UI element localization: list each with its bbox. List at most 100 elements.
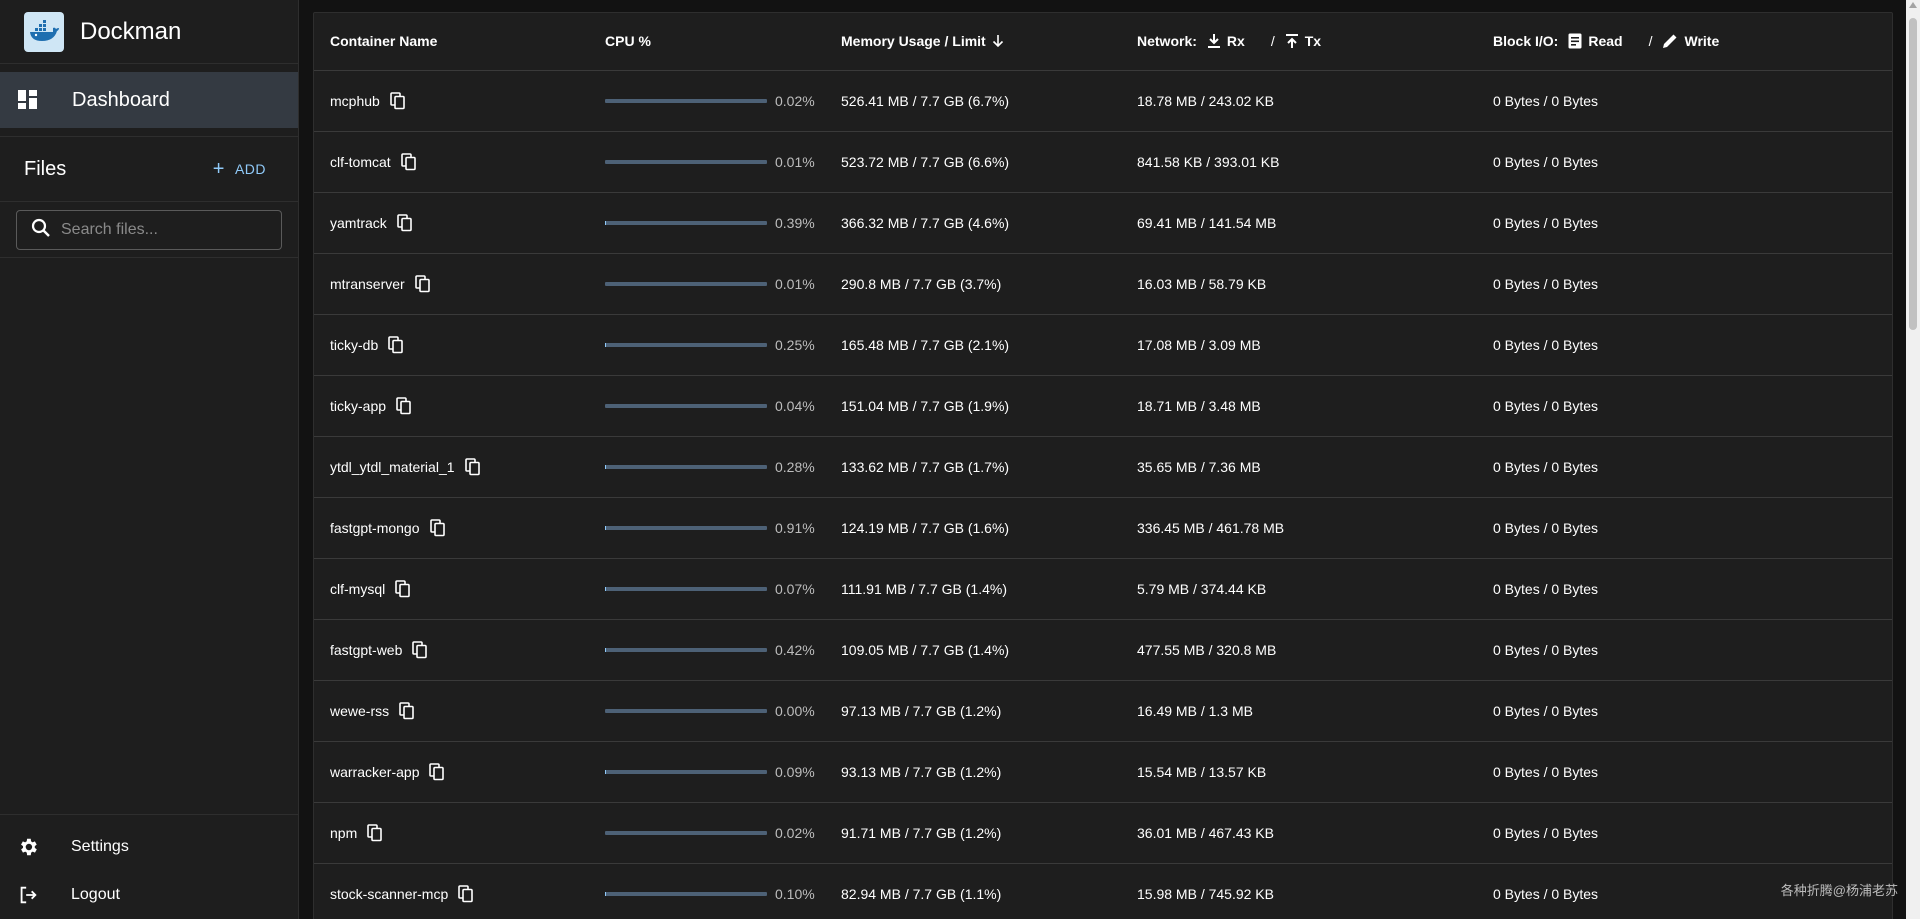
cell-container-name: fastgpt-web <box>314 619 589 681</box>
cpu-percent: 0.28% <box>775 458 815 475</box>
add-file-button[interactable]: + ADD <box>213 159 266 179</box>
cpu-progress-bar <box>605 464 767 469</box>
copy-icon[interactable] <box>412 640 430 659</box>
table-row[interactable]: ytdl_ytdl_material_1 0.28% 133.62 MB / 7.7… <box>314 436 1892 498</box>
header-tx-label: Tx <box>1304 33 1322 50</box>
container-name: npm <box>330 824 358 841</box>
dashboard-icon <box>18 90 38 110</box>
copy-icon[interactable] <box>414 274 433 293</box>
copy-icon[interactable] <box>399 701 417 720</box>
table-row[interactable]: clf-tomcat 0.01% 523.72 MB / 7.7 GB (6.6%)… <box>314 131 1892 193</box>
cell-container-name: mtranserver <box>314 253 589 315</box>
header-read-label: Read <box>1588 33 1623 50</box>
cpu-progress-bar <box>605 98 767 103</box>
cell-container-name: stock-scanner-mcp <box>314 863 589 919</box>
cpu-progress-bar <box>605 769 767 774</box>
cpu-percent: 0.25% <box>775 336 815 353</box>
table-row[interactable]: warracker-app 0.09% 93.13 MB / 7.7 GB (1.2… <box>314 741 1892 803</box>
cell-block-io: 0 Bytes / 0 Bytes <box>1477 375 1892 437</box>
copy-icon[interactable] <box>429 518 448 537</box>
cell-block-io: 0 Bytes / 0 Bytes <box>1477 497 1892 559</box>
cell-cpu: 0.02% <box>589 802 825 864</box>
cell-memory: 82.94 MB / 7.7 GB (1.1%) <box>825 863 1121 919</box>
cpu-percent: 0.10% <box>775 885 815 902</box>
copy-icon[interactable] <box>464 457 483 476</box>
scrollbar-thumb[interactable] <box>1909 18 1917 330</box>
copy-icon[interactable] <box>396 396 414 415</box>
header-container-name[interactable]: Container Name <box>314 13 589 71</box>
cpu-progress-fill <box>605 525 607 530</box>
logout-icon <box>17 884 39 906</box>
cell-memory: 526.41 MB / 7.7 GB (6.7%) <box>825 70 1121 132</box>
table-row[interactable]: npm 0.02% 91.71 MB / 7.7 GB (1.2%) 36.01 MB… <box>314 802 1892 864</box>
table-row[interactable]: ticky-db 0.25% 165.48 MB / 7.7 GB (2.1%) 17… <box>314 314 1892 376</box>
header-memory[interactable]: Memory Usage / Limit <box>825 13 1121 71</box>
copy-icon[interactable] <box>400 152 419 171</box>
copy-icon[interactable] <box>396 213 415 232</box>
cpu-progress-bar <box>605 220 767 225</box>
container-stats-table: Container Name CPU % Memory Usage / Limi… <box>314 13 1892 919</box>
container-name: yamtrack <box>330 214 387 231</box>
cell-container-name: fastgpt-mongo <box>314 497 589 559</box>
nav-item-logout[interactable]: Logout <box>0 871 298 919</box>
cell-block-io: 0 Bytes / 0 Bytes <box>1477 436 1892 498</box>
table-row[interactable]: fastgpt-mongo 0.91% 124.19 MB / 7.7 GB (1.… <box>314 497 1892 559</box>
nav-item-settings[interactable]: Settings <box>0 823 298 871</box>
table-header-row: Container Name CPU % Memory Usage / Limi… <box>314 13 1892 71</box>
cell-network: 15.98 MB / 745.92 KB <box>1121 863 1477 919</box>
header-cpu[interactable]: CPU % <box>589 13 825 71</box>
search-input[interactable] <box>61 221 261 239</box>
table-row[interactable]: ticky-app 0.04% 151.04 MB / 7.7 GB (1.9%) 1… <box>314 375 1892 437</box>
nav-item-dashboard[interactable]: Dashboard <box>0 72 298 128</box>
table-row[interactable]: mtranserver 0.01% 290.8 MB / 7.7 GB (3.7%)… <box>314 253 1892 315</box>
container-name: fastgpt-web <box>330 641 403 658</box>
container-name: wewe-rss <box>330 702 390 719</box>
copy-icon[interactable] <box>390 91 408 110</box>
cell-memory: 91.71 MB / 7.7 GB (1.2%) <box>825 802 1121 864</box>
cell-memory: 133.62 MB / 7.7 GB (1.7%) <box>825 436 1121 498</box>
header-network-label: Network: <box>1137 33 1197 50</box>
table-row[interactable]: wewe-rss 0.00% 97.13 MB / 7.7 GB (1.2%) 16.… <box>314 680 1892 742</box>
cell-container-name: wewe-rss <box>314 680 589 742</box>
files-section-header: Files + ADD <box>0 136 298 202</box>
cell-block-io: 0 Bytes / 0 Bytes <box>1477 558 1892 620</box>
cell-memory: 290.8 MB / 7.7 GB (3.7%) <box>825 253 1121 315</box>
container-name: stock-scanner-mcp <box>330 885 449 902</box>
scroll-up-arrow-icon[interactable] <box>1909 2 1917 8</box>
header-memory-label: Memory Usage / Limit <box>841 33 986 50</box>
cpu-progress-bar <box>605 159 767 164</box>
cpu-percent: 0.42% <box>775 641 815 658</box>
container-name: clf-tomcat <box>330 153 391 170</box>
cell-container-name: yamtrack <box>314 192 589 254</box>
cell-block-io: 0 Bytes / 0 Bytes <box>1477 70 1892 132</box>
cpu-progress-bar <box>605 525 767 530</box>
watermark: 各种折腾@杨浦老苏 <box>1780 883 1898 898</box>
copy-icon[interactable] <box>458 884 476 903</box>
table-row[interactable]: fastgpt-web 0.42% 109.05 MB / 7.7 GB (1.4%… <box>314 619 1892 681</box>
cell-container-name: ticky-db <box>314 314 589 376</box>
table-row[interactable]: clf-mysql 0.07% 111.91 MB / 7.7 GB (1.4%) 5… <box>314 558 1892 620</box>
add-label: ADD <box>234 161 266 177</box>
copy-icon[interactable] <box>367 823 385 842</box>
header-network[interactable]: Network: Rx / Tx <box>1121 13 1477 71</box>
cpu-progress-bar <box>605 647 767 652</box>
cell-cpu: 0.09% <box>589 741 825 803</box>
copy-icon[interactable] <box>388 335 406 354</box>
table-row[interactable]: yamtrack 0.39% 366.32 MB / 7.7 GB (4.6%) 69… <box>314 192 1892 254</box>
cell-memory: 165.48 MB / 7.7 GB (2.1%) <box>825 314 1121 376</box>
cell-block-io: 0 Bytes / 0 Bytes <box>1477 680 1892 742</box>
cell-container-name: ytdl_ytdl_material_1 <box>314 436 589 498</box>
cell-memory: 109.05 MB / 7.7 GB (1.4%) <box>825 619 1121 681</box>
copy-icon[interactable] <box>429 762 447 781</box>
cpu-progress-bar <box>605 708 767 713</box>
copy-icon[interactable] <box>395 579 413 598</box>
table-row[interactable]: mcphub 0.02% 526.41 MB / 7.7 GB (6.7%) 18.7… <box>314 70 1892 132</box>
table-row[interactable]: stock-scanner-mcp 0.10% 82.94 MB / 7.7 GB … <box>314 863 1892 919</box>
page-scrollbar[interactable] <box>1906 0 1920 919</box>
container-name: mtranserver <box>330 275 405 292</box>
cell-cpu: 0.25% <box>589 314 825 376</box>
header-block-io[interactable]: Block I/O: Read / Write <box>1477 13 1892 71</box>
cpu-progress-bar <box>605 403 767 408</box>
cell-memory: 523.72 MB / 7.7 GB (6.6%) <box>825 131 1121 193</box>
container-name: mcphub <box>330 92 380 109</box>
